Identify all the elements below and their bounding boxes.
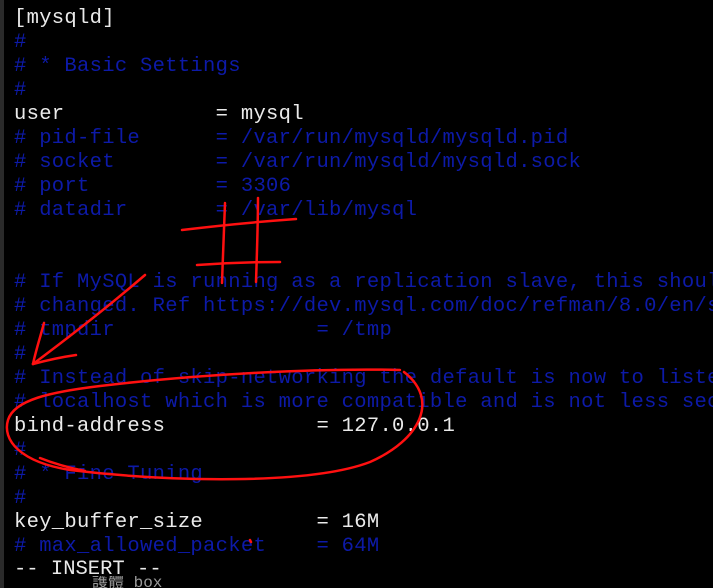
comment-line: # localhost which is more compatible and… xyxy=(14,391,713,414)
hash-stroke xyxy=(195,260,282,267)
config-line-bind-address[interactable]: bind-address = 127.0.0.1 xyxy=(14,415,455,439)
comment-line: # If MySQL is running as a replication s… xyxy=(14,271,713,294)
config-line-key-buffer: key_buffer_size = 16M xyxy=(14,511,380,534)
comment-line: # * Basic Settings xyxy=(14,55,241,78)
comment-line: # socket = /var/run/mysqld/mysqld.sock xyxy=(14,151,582,174)
comment-line: # xyxy=(14,439,27,462)
comment-line: # * Fine Tuning xyxy=(14,463,204,486)
comment-line: # xyxy=(14,31,27,54)
config-line-user: user = mysql xyxy=(14,103,304,126)
comment-line: # datadir = /var/lib/mysql xyxy=(14,199,418,222)
comment-line: # Instead of skip-networking the default… xyxy=(14,367,713,390)
window-edge xyxy=(0,0,4,588)
terminal-window[interactable]: [mysqld] # # * Basic Settings # user = m… xyxy=(0,0,713,588)
comment-line: # xyxy=(14,343,27,366)
comment-line: # max_allowed_packet = 64M xyxy=(14,535,380,558)
comment-line: # port = 3306 xyxy=(14,175,292,198)
comment-line: # xyxy=(14,487,27,510)
comment-line: # xyxy=(14,79,27,102)
comment-line: # tmpdir = /tmp xyxy=(14,319,393,342)
arrow-head xyxy=(31,353,78,366)
config-line-section: [mysqld] xyxy=(14,7,115,30)
comment-line: # changed. Ref https://dev.mysql.com/doc… xyxy=(14,295,713,318)
comment-line: # pid-file = /var/run/mysqld/mysqld.pid xyxy=(14,127,569,150)
background-window-text: 護體 box xyxy=(92,576,163,588)
